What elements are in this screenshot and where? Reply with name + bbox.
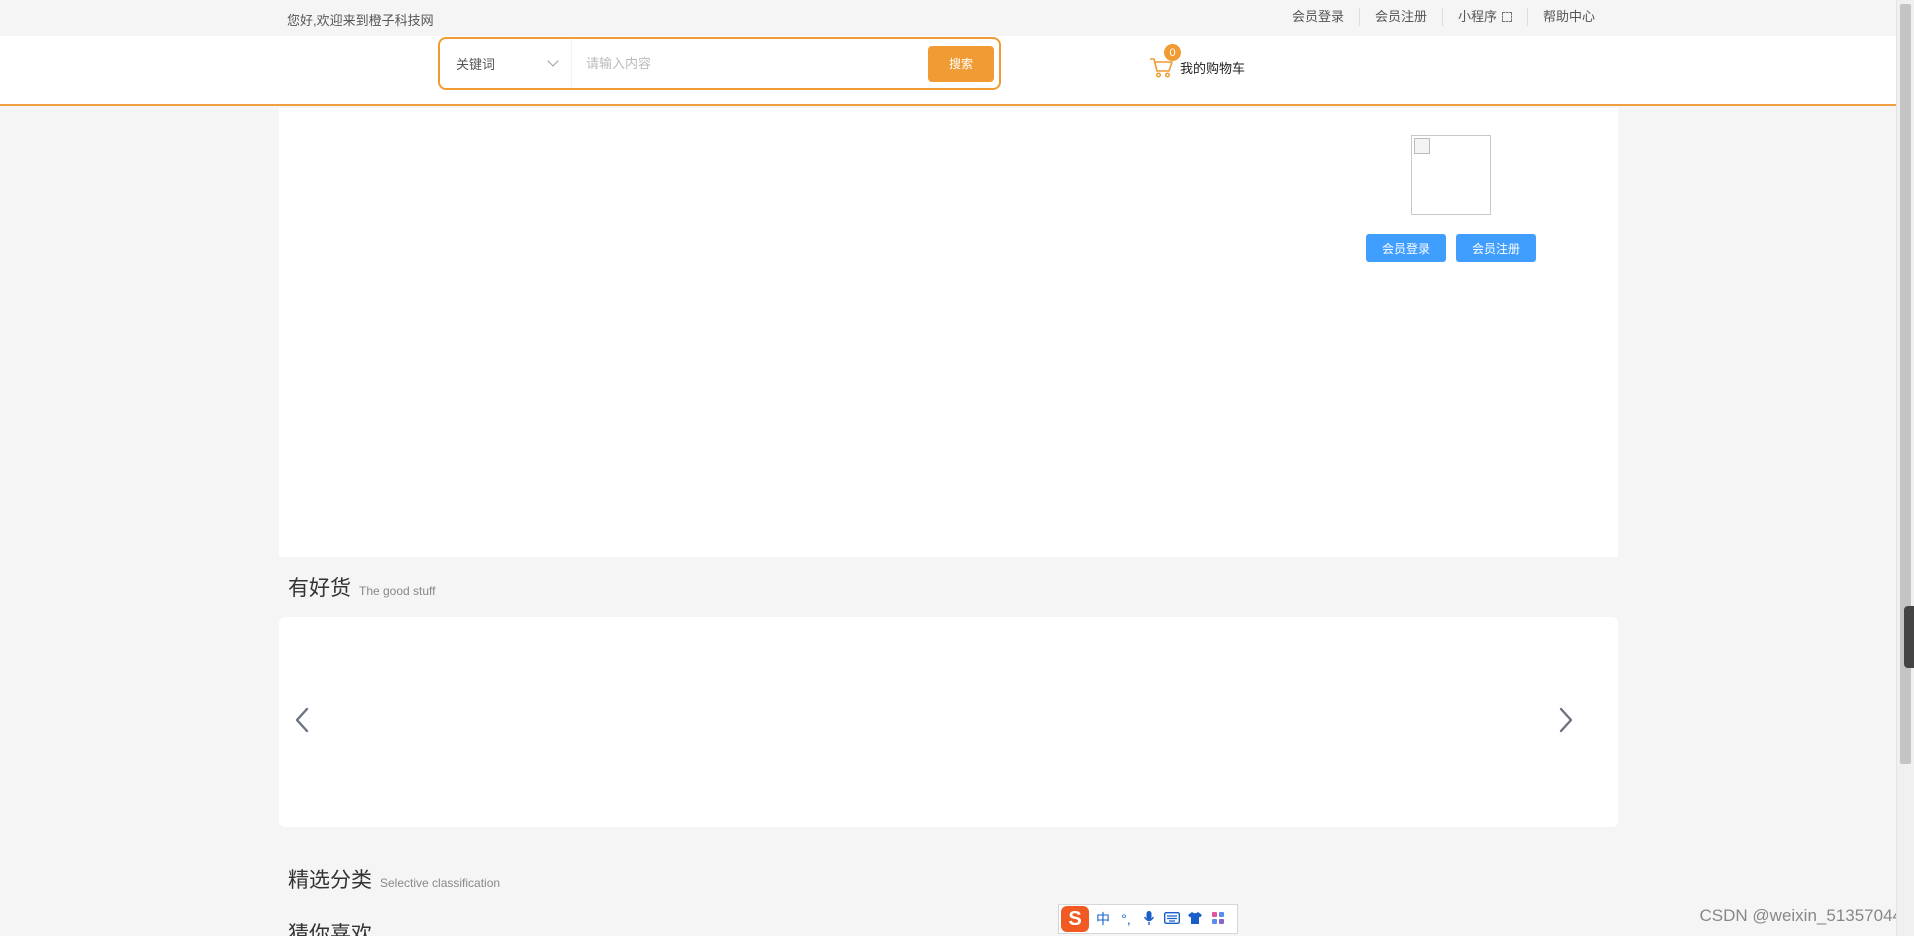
welcome-text: 您好,欢迎来到橙子科技网: [287, 13, 434, 28]
goods-carousel: [279, 617, 1618, 827]
broken-image-icon: [1414, 138, 1430, 154]
chevron-right-icon: [1559, 707, 1573, 733]
search-button[interactable]: 搜索: [928, 45, 994, 82]
top-link-miniprogram[interactable]: 小程序: [1441, 8, 1527, 26]
banner-panel: 会员登录 会员注册: [279, 108, 1618, 557]
search-input[interactable]: [572, 39, 928, 88]
top-link-miniprogram-label: 小程序: [1457, 9, 1497, 24]
section-title-en: Selective classification: [380, 876, 501, 890]
top-link-register[interactable]: 会员注册: [1358, 8, 1442, 26]
search-type-select[interactable]: 关键词: [440, 39, 572, 88]
member-login-button[interactable]: 会员登录: [1366, 234, 1446, 262]
cart-label: 我的购物车: [1180, 60, 1246, 76]
ime-punct-toggle[interactable]: °,: [1117, 911, 1135, 927]
cart-count-badge: 0: [1164, 44, 1181, 61]
cart-button[interactable]: 0 我的购物车: [1148, 44, 1246, 80]
ime-mode-toggle[interactable]: 中: [1094, 909, 1112, 929]
carousel-next-button[interactable]: [1550, 705, 1580, 735]
section-title-selected: 精选分类 Selective classification: [288, 864, 500, 894]
top-links: 会员登录 会员注册 小程序 帮助中心: [1277, 8, 1610, 26]
search-type-value: 关键词: [456, 57, 496, 72]
sogou-logo-icon[interactable]: S: [1061, 906, 1089, 932]
toolbox-grid-icon[interactable]: [1209, 911, 1227, 928]
top-link-help[interactable]: 帮助中心: [1526, 8, 1610, 26]
section-title-cn: 有好货: [288, 577, 351, 600]
vertical-scrollbar[interactable]: [1896, 0, 1914, 936]
keyboard-icon[interactable]: [1163, 911, 1181, 927]
search-box: 关键词 搜索: [438, 37, 1001, 90]
header: 关键词 搜索 0 我的购物车: [0, 36, 1896, 106]
qrcode-icon: [1501, 12, 1512, 22]
avatar: [1411, 135, 1491, 215]
microphone-icon[interactable]: [1140, 910, 1158, 929]
top-bar: 您好,欢迎来到橙子科技网 会员登录 会员注册 小程序 帮助中心: [0, 0, 1896, 36]
member-register-button[interactable]: 会员注册: [1456, 234, 1536, 262]
section-title-en: The good stuff: [359, 584, 436, 598]
section-title-cn: 猜你喜欢: [288, 923, 372, 936]
skin-shirt-icon[interactable]: [1186, 911, 1204, 928]
ime-toolbar: S 中 °,: [1058, 904, 1238, 934]
section-title-cn: 精选分类: [288, 869, 372, 892]
top-link-login[interactable]: 会员登录: [1277, 8, 1359, 26]
side-widget-handle[interactable]: [1904, 606, 1914, 668]
chevron-down-icon: [547, 55, 559, 67]
carousel-prev-button[interactable]: [288, 705, 318, 735]
watermark: CSDN @weixin_51357044: [1699, 906, 1902, 925]
chevron-left-icon: [295, 707, 309, 733]
section-title-good-stuff: 有好货 The good stuff: [288, 572, 436, 602]
section-title-guess: 猜你喜欢: [288, 918, 372, 936]
